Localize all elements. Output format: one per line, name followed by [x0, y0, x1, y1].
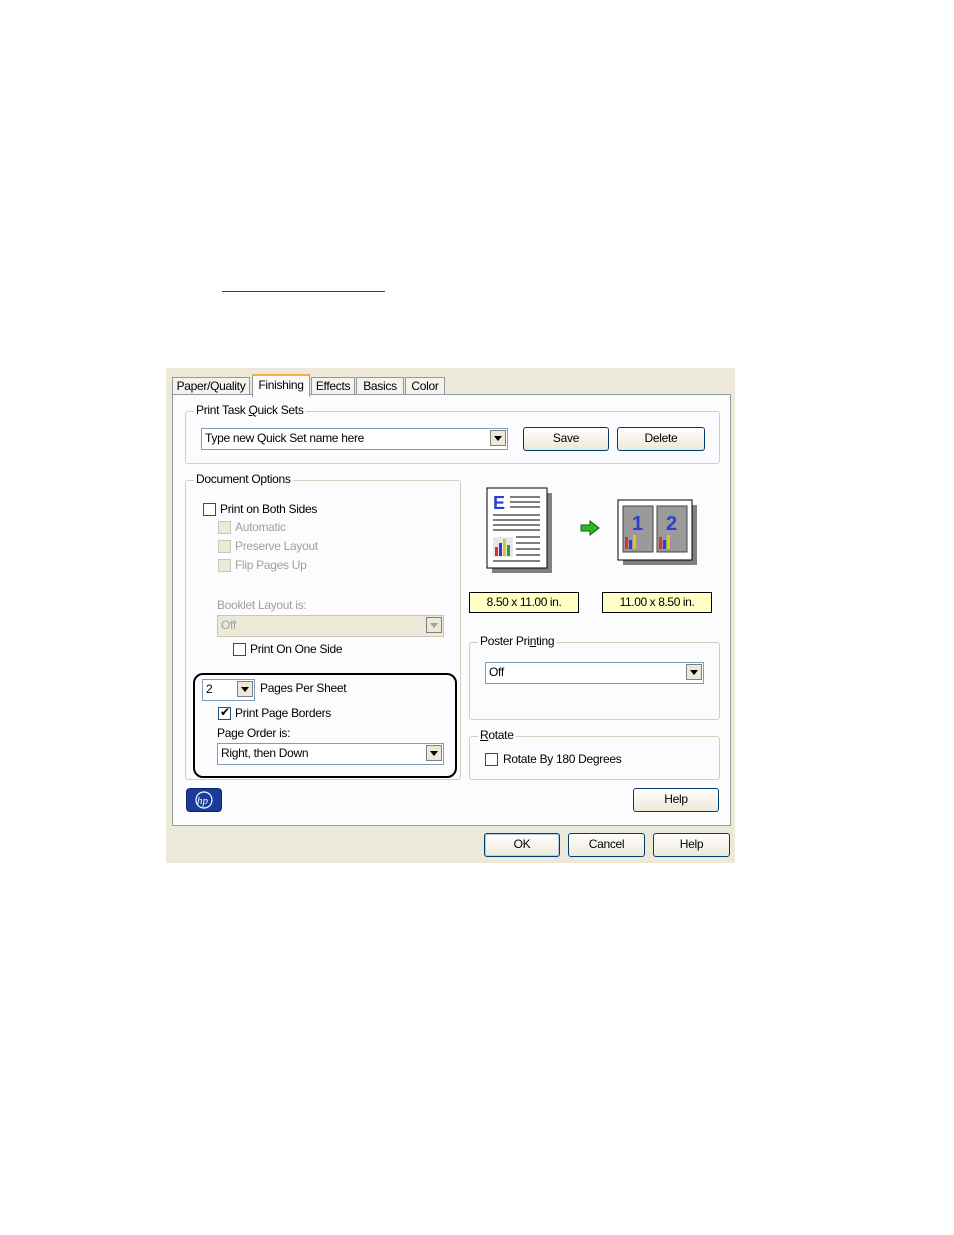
document-link[interactable]	[222, 291, 385, 292]
page-number-2: 2	[666, 513, 677, 535]
source-page-preview: E	[486, 487, 556, 575]
preserve-layout-checkbox[interactable]	[218, 540, 231, 553]
page-letter: E	[493, 493, 505, 513]
automatic-label: Automatic	[235, 520, 286, 534]
print-one-side-label: Print On One Side	[250, 642, 343, 656]
booklet-layout-value: Off	[221, 618, 236, 632]
preserve-layout-label: Preserve Layout	[235, 539, 318, 553]
printer-properties-dialog: Paper/Quality Finishing Effects Basics C…	[166, 368, 735, 863]
rotate-group: Rotate Rotate By 180 Degrees	[469, 728, 720, 780]
finishing-panel: Print Task Quick Sets Type new Quick Set…	[172, 394, 731, 826]
flip-pages-up-checkbox[interactable]	[218, 559, 231, 572]
highlight-callout	[193, 673, 457, 778]
hp-logo-icon: hp	[195, 791, 213, 809]
print-both-sides-label: Print on Both Sides	[220, 502, 318, 516]
print-both-sides-checkbox[interactable]	[203, 503, 216, 516]
target-page-preview: 1 2	[617, 499, 699, 567]
print-one-side-checkbox[interactable]	[233, 643, 246, 656]
poster-printing-combo[interactable]: Off	[485, 662, 704, 684]
automatic-checkbox[interactable]	[218, 521, 231, 534]
rotate-180-checkbox[interactable]	[485, 753, 498, 766]
poster-printing-value: Off	[489, 665, 504, 679]
rotate-label: Rotate	[478, 728, 516, 742]
target-size-label: 11.00 x 8.50 in.	[602, 592, 712, 613]
arrow-right-icon	[580, 520, 600, 536]
tab-finishing[interactable]: Finishing	[252, 374, 310, 397]
quick-set-value: Type new Quick Set name here	[205, 431, 365, 445]
poster-printing-group: Poster Printing Off	[469, 634, 720, 720]
flip-pages-up-label: Flip Pages Up	[235, 558, 307, 572]
chevron-down-icon[interactable]	[490, 430, 506, 446]
quick-sets-label: Print Task Quick Sets	[194, 403, 306, 417]
page-number-1: 1	[632, 513, 643, 535]
chevron-down-icon[interactable]	[426, 617, 442, 633]
document-options-label: Document Options	[194, 472, 293, 486]
tab-effects[interactable]: Effects	[311, 377, 355, 395]
cancel-button[interactable]: Cancel	[568, 833, 645, 857]
source-size-label: 8.50 x 11.00 in.	[469, 592, 579, 613]
landscape-page-icon: 1 2	[617, 499, 697, 565]
rotate-180-label: Rotate By 180 Degrees	[503, 752, 622, 766]
save-button[interactable]: Save	[523, 427, 609, 451]
portrait-page-icon: E	[486, 487, 552, 573]
hp-logo: hp	[186, 788, 222, 812]
svg-text:hp: hp	[197, 795, 209, 807]
tab-color[interactable]: Color	[405, 377, 445, 395]
tab-basics[interactable]: Basics	[356, 377, 404, 395]
booklet-layout-label: Booklet Layout is:	[217, 598, 307, 612]
ok-button[interactable]: OK	[484, 833, 560, 857]
delete-button[interactable]: Delete	[617, 427, 705, 451]
help-button[interactable]: Help	[653, 833, 730, 857]
booklet-layout-combo[interactable]: Off	[217, 615, 444, 637]
quick-sets-group: Print Task Quick Sets Type new Quick Set…	[185, 403, 720, 464]
poster-printing-label: Poster Printing	[478, 634, 557, 648]
chevron-down-icon[interactable]	[686, 664, 702, 680]
quick-set-combo[interactable]: Type new Quick Set name here	[201, 428, 508, 450]
tab-paper-quality[interactable]: Paper/Quality	[172, 377, 250, 395]
help-button-panel[interactable]: Help	[633, 788, 719, 812]
